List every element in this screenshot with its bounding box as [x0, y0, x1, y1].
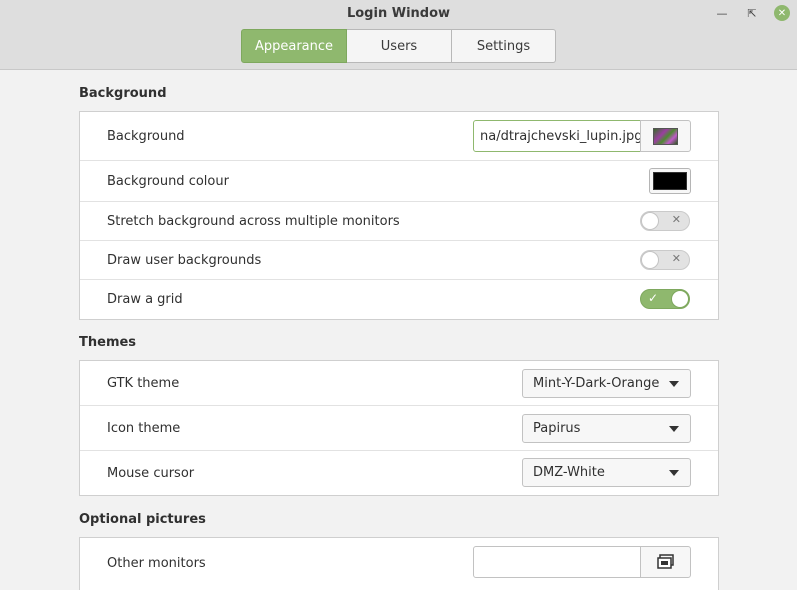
- grid-label: Draw a grid: [107, 292, 183, 307]
- window-header: Login Window — ⇱ ✕ Appearance Users Sett…: [0, 0, 797, 70]
- tab-bar: Appearance Users Settings: [241, 29, 556, 63]
- grid-row: Draw a grid ✓: [80, 280, 718, 319]
- icon-theme-row: Icon theme Papirus: [80, 406, 718, 451]
- background-row: Background na/dtrajchevski_lupin.jpg: [80, 112, 718, 161]
- chevron-down-icon: [669, 381, 679, 387]
- mouse-cursor-dropdown[interactable]: DMZ-White: [522, 458, 691, 487]
- stretch-label: Stretch background across multiple monit…: [107, 213, 400, 229]
- chevron-down-icon: [669, 426, 679, 432]
- user-backgrounds-switch[interactable]: ✕: [640, 250, 690, 270]
- background-label: Background: [107, 128, 185, 144]
- other-monitors-label: Other monitors: [107, 555, 206, 571]
- tab-appearance[interactable]: Appearance: [241, 29, 347, 63]
- icon-theme-dropdown[interactable]: Papirus: [522, 414, 691, 443]
- section-title-background: Background: [79, 86, 167, 101]
- themes-panel: GTK theme Mint-Y-Dark-Orange Icon theme …: [79, 360, 719, 496]
- close-icon[interactable]: ✕: [774, 5, 790, 21]
- grid-switch[interactable]: ✓: [640, 289, 690, 309]
- restore-icon[interactable]: ⇱: [744, 5, 760, 21]
- mouse-cursor-label: Mouse cursor: [107, 465, 195, 481]
- background-picker-button[interactable]: [640, 120, 691, 152]
- section-title-optional-pictures: Optional pictures: [79, 512, 206, 527]
- background-colour-label: Background colour: [107, 173, 229, 189]
- background-colour-button[interactable]: [649, 168, 691, 194]
- optional-pictures-panel: Other monitors: [79, 537, 719, 590]
- window-title: Login Window: [346, 6, 451, 21]
- other-monitors-picker-button[interactable]: [640, 546, 691, 578]
- cross-icon: ✕: [671, 213, 681, 226]
- background-colour-row: Background colour: [80, 161, 718, 202]
- user-backgrounds-label: Draw user backgrounds: [107, 252, 262, 268]
- user-backgrounds-row: Draw user backgrounds ✕: [80, 241, 718, 280]
- tab-users[interactable]: Users: [347, 29, 452, 63]
- other-monitors-row: Other monitors: [80, 538, 718, 588]
- file-chooser-icon: [656, 554, 674, 569]
- mouse-cursor-value: DMZ-White: [533, 465, 605, 480]
- other-monitors-input[interactable]: [473, 546, 641, 578]
- cross-icon: ✕: [671, 252, 681, 265]
- minimize-icon[interactable]: —: [714, 5, 730, 21]
- switch-knob: [641, 251, 659, 269]
- background-thumbnail: [653, 127, 678, 145]
- check-icon: ✓: [648, 291, 659, 305]
- gtk-theme-dropdown[interactable]: Mint-Y-Dark-Orange: [522, 369, 691, 398]
- gtk-theme-label: GTK theme: [107, 375, 180, 391]
- icon-theme-label: Icon theme: [107, 420, 181, 436]
- stretch-row: Stretch background across multiple monit…: [80, 202, 718, 241]
- stretch-switch[interactable]: ✕: [640, 211, 690, 231]
- gtk-theme-row: GTK theme Mint-Y-Dark-Orange: [80, 361, 718, 406]
- gtk-theme-value: Mint-Y-Dark-Orange: [533, 376, 660, 391]
- tab-settings[interactable]: Settings: [452, 29, 556, 63]
- section-title-themes: Themes: [79, 335, 137, 350]
- colour-swatch: [653, 172, 687, 190]
- background-panel: Background na/dtrajchevski_lupin.jpg Bac…: [79, 111, 719, 320]
- mouse-cursor-row: Mouse cursor DMZ-White: [80, 451, 718, 495]
- chevron-down-icon: [669, 470, 679, 476]
- switch-knob: [671, 290, 689, 308]
- icon-theme-value: Papirus: [533, 421, 581, 436]
- background-path-input[interactable]: na/dtrajchevski_lupin.jpg: [473, 120, 641, 152]
- switch-knob: [641, 212, 659, 230]
